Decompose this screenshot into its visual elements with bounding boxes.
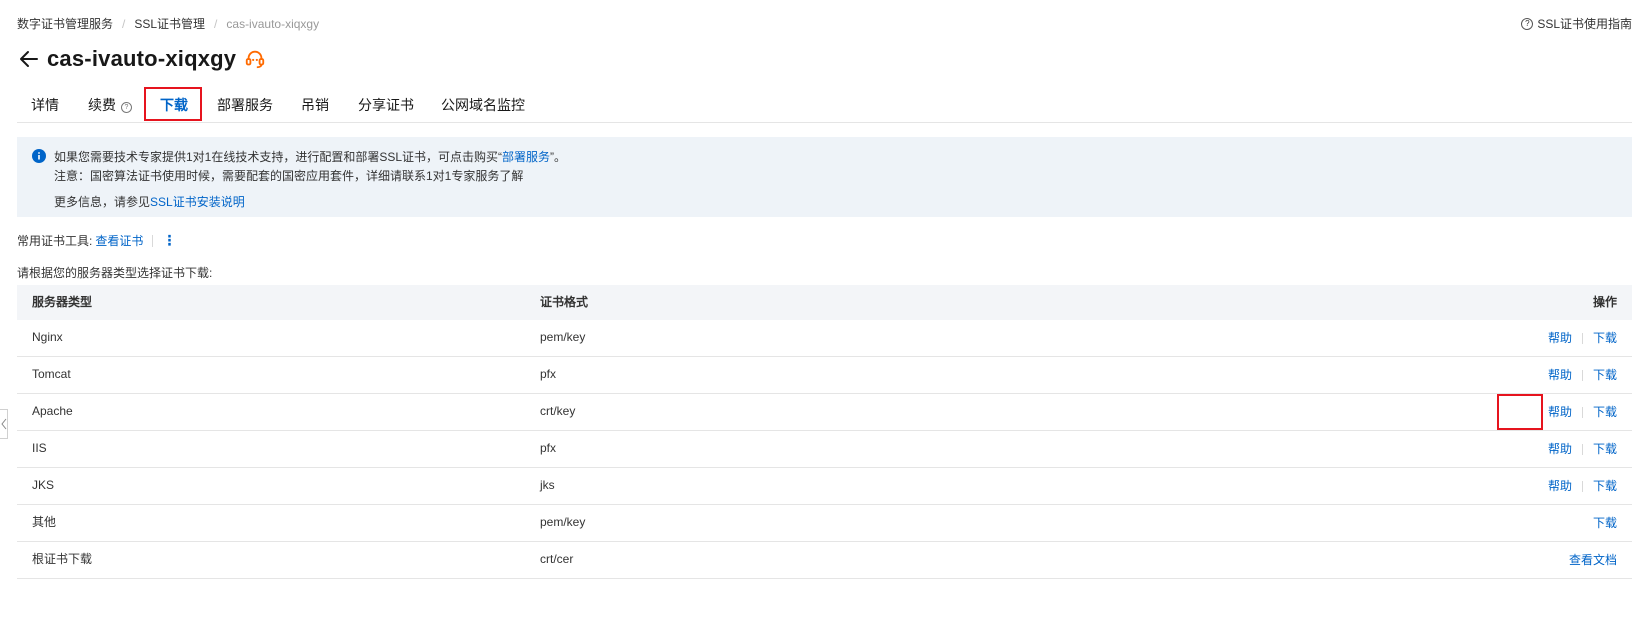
breadcrumb-item-ssl-manage[interactable]: SSL证书管理	[134, 15, 205, 32]
cert-format: pfx	[540, 441, 557, 455]
download-link[interactable]: 下载	[1593, 506, 1617, 541]
row-actions: 查看文档	[1569, 542, 1617, 578]
tab-label: 公网域名监控	[441, 97, 525, 113]
tab-renew[interactable]: 续费?	[88, 88, 132, 121]
cert-format: pem/key	[540, 515, 586, 529]
help-link[interactable]: 帮助	[1548, 469, 1572, 504]
view-cert-link[interactable]: 查看证书	[95, 232, 143, 249]
tab-domain-monitor[interactable]: 公网域名监控	[441, 88, 525, 121]
download-link[interactable]: 下载	[1593, 395, 1617, 430]
notice-line-3: 更多信息，请参见SSL证书安装说明	[54, 193, 245, 210]
tab-bar: 详情 续费? 下载 部署服务 吊销 分享证书 公网域名监控	[17, 88, 1632, 123]
question-circle-icon: ?	[1521, 17, 1534, 30]
table-header: 服务器类型 证书格式 操作	[17, 285, 1632, 320]
breadcrumb-separator: /	[122, 16, 126, 31]
arrow-left-icon[interactable]	[17, 47, 41, 71]
row-actions: 帮助 下载	[1548, 357, 1617, 393]
notice-text: 如果您需要技术专家提供1对1在线技术支持，进行配置和部署SSL证书，可点击购买“	[54, 150, 503, 164]
notice-text: 更多信息，请参见	[54, 195, 151, 209]
row-actions: 帮助 下载	[1548, 394, 1617, 430]
breadcrumb: 数字证书管理服务 / SSL证书管理 / cas-ivauto-xiqxgy	[17, 15, 319, 32]
help-link[interactable]: 帮助	[1548, 321, 1572, 356]
header-actions: 操作	[1592, 295, 1617, 309]
select-server-hint: 请根据您的服务器类型选择证书下载:	[17, 266, 213, 280]
help-link[interactable]: 帮助	[1548, 432, 1572, 467]
cert-tools-label: 常用证书工具:	[17, 234, 93, 248]
divider	[152, 234, 154, 247]
cert-format: pem/key	[540, 330, 586, 344]
table-row: 根证书下载 crt/cer 查看文档	[17, 542, 1632, 579]
info-circle-icon	[32, 149, 46, 163]
header-cert-format: 证书格式	[540, 295, 589, 309]
row-actions: 下载	[1593, 505, 1617, 541]
ssl-guide-link[interactable]: ? SSL证书使用指南	[1521, 15, 1632, 32]
deploy-service-link[interactable]: 部署服务	[502, 150, 550, 164]
tab-label: 吊销	[301, 97, 329, 113]
notice-line-2: 注意：国密算法证书使用时候，需要配套的国密应用套件，详细请联系1对1专家服务了解	[54, 169, 524, 183]
tab-label: 分享证书	[358, 97, 414, 113]
cert-tools: 常用证书工具: 查看证书 ⋮	[17, 232, 176, 249]
sidebar-collapse-handle[interactable]	[0, 409, 8, 439]
table-row: 其他 pem/key 下载	[17, 505, 1632, 542]
server-type: Apache	[32, 404, 73, 418]
breadcrumb-current: cas-ivauto-xiqxgy	[226, 16, 320, 31]
download-link[interactable]: 下载	[1593, 321, 1617, 356]
download-link[interactable]: 下载	[1593, 469, 1617, 504]
chevron-left-icon	[0, 418, 6, 430]
download-link[interactable]: 下载	[1593, 358, 1617, 393]
divider	[1581, 332, 1583, 344]
page-title: cas-ivauto-xiqxgy	[47, 46, 237, 71]
table-row: Apache crt/key 帮助 下载	[17, 394, 1632, 431]
tab-label: 下载	[160, 97, 188, 113]
tab-revoke[interactable]: 吊销	[301, 88, 329, 121]
help-link[interactable]: 帮助	[1548, 395, 1572, 430]
cert-format: pfx	[540, 367, 557, 381]
cert-format: jks	[540, 478, 555, 492]
notice-text: ”。	[550, 150, 567, 164]
download-table: 服务器类型 证书格式 操作 Nginx pem/key 帮助 下载 Tomcat …	[17, 285, 1632, 579]
tab-share-cert[interactable]: 分享证书	[358, 88, 414, 121]
header-server-type: 服务器类型	[32, 295, 93, 309]
headset-icon[interactable]	[244, 48, 266, 70]
tab-label: 续费	[88, 97, 116, 113]
row-actions: 帮助 下载	[1548, 468, 1617, 504]
ssl-install-guide-link[interactable]: SSL证书安装说明	[150, 195, 245, 209]
info-notice: 如果您需要技术专家提供1对1在线技术支持，进行配置和部署SSL证书，可点击购买“…	[17, 137, 1632, 217]
divider	[1581, 480, 1583, 492]
notice-line-1: 如果您需要技术专家提供1对1在线技术支持，进行配置和部署SSL证书，可点击购买“…	[54, 148, 566, 165]
title-row: cas-ivauto-xiqxgy	[17, 46, 266, 72]
table-row: Nginx pem/key 帮助 下载	[17, 320, 1632, 357]
breadcrumb-item-cert-service[interactable]: 数字证书管理服务	[17, 15, 113, 32]
server-type: Tomcat	[32, 367, 71, 381]
question-circle-icon[interactable]: ?	[121, 102, 132, 113]
table-row: Tomcat pfx 帮助 下载	[17, 357, 1632, 394]
divider	[1581, 369, 1583, 381]
server-type: IIS	[32, 441, 47, 455]
server-type: 其他	[32, 515, 57, 529]
row-actions: 帮助 下载	[1548, 431, 1617, 467]
tab-label: 部署服务	[217, 97, 273, 113]
breadcrumb-separator: /	[214, 16, 218, 31]
cert-format: crt/cer	[540, 552, 574, 566]
server-type: Nginx	[32, 330, 63, 344]
table-row: JKS jks 帮助 下载	[17, 468, 1632, 505]
view-docs-link[interactable]: 查看文档	[1569, 543, 1617, 578]
table-row: IIS pfx 帮助 下载	[17, 431, 1632, 468]
tab-label: 详情	[31, 97, 59, 113]
cert-format: crt/key	[540, 404, 576, 418]
help-link[interactable]: 帮助	[1548, 358, 1572, 393]
server-type: 根证书下载	[32, 552, 93, 566]
divider	[1581, 406, 1583, 418]
tab-download[interactable]: 下载	[160, 88, 188, 121]
more-vertical-icon[interactable]: ⋮	[162, 232, 176, 249]
divider	[1581, 443, 1583, 455]
row-actions: 帮助 下载	[1548, 320, 1617, 356]
ssl-guide-label: SSL证书使用指南	[1537, 17, 1632, 31]
tab-details[interactable]: 详情	[31, 88, 59, 121]
tab-deploy-service[interactable]: 部署服务	[217, 88, 273, 121]
download-link[interactable]: 下载	[1593, 432, 1617, 467]
server-type: JKS	[32, 478, 55, 492]
